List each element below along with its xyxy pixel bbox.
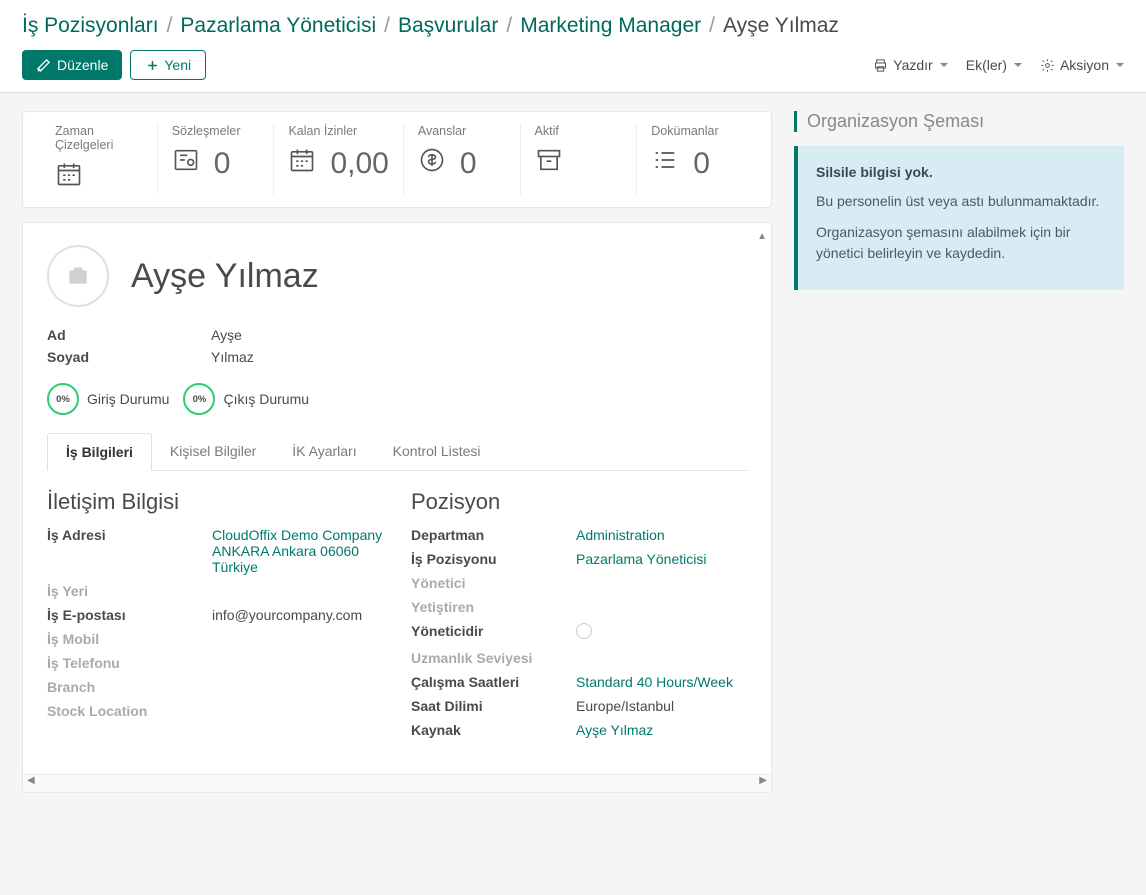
department-label: Departman	[411, 527, 576, 543]
exit-status-badge[interactable]: 0% Çıkış Durumu	[183, 383, 309, 415]
work-mobile-label: İş Mobil	[47, 631, 212, 647]
plus-icon	[145, 58, 160, 73]
stat-timesheets[interactable]: Zaman Çizelgeleri	[41, 124, 158, 195]
action-menu[interactable]: Aksiyon	[1040, 57, 1124, 73]
horizontal-scrollbar[interactable]	[23, 774, 771, 792]
resource-value[interactable]: Ayşe Yılmaz	[576, 722, 747, 738]
workplace-label: İş Yeri	[47, 583, 212, 599]
stat-contracts[interactable]: Sözleşmeler 0	[158, 124, 275, 195]
work-email-value: info@yourcompany.com	[212, 607, 383, 623]
orgchart-infobox: Silsile bilgisi yok. Bu personelin üst v…	[794, 146, 1124, 290]
print-menu[interactable]: Yazdır	[873, 57, 947, 73]
tab-checklist[interactable]: Kontrol Listesi	[375, 433, 499, 470]
breadcrumb-link-marketingmgr-tr[interactable]: Pazarlama Yöneticisi	[180, 14, 376, 38]
branch-label: Branch	[47, 679, 212, 695]
percent-circle: 0%	[47, 383, 79, 415]
infobox-line2: Organizasyon şemasını alabilmek için bir…	[816, 222, 1106, 264]
tab-work-info[interactable]: İş Bilgileri	[47, 433, 152, 471]
department-value[interactable]: Administration	[576, 527, 747, 543]
stock-location-label: Stock Location	[47, 703, 212, 719]
contact-section-title: İletişim Bilgisi	[47, 489, 383, 515]
scroll-up-indicator[interactable]: ▲	[757, 231, 767, 242]
contract-icon	[172, 146, 200, 181]
person-fullname: Ayşe Yılmaz	[131, 257, 319, 296]
new-button-label: Yeni	[164, 57, 191, 73]
coach-label: Yetiştiren	[411, 599, 576, 615]
pencil-icon	[36, 58, 51, 73]
employee-form: ▲ Ayşe Yılmaz Ad Ayşe Soyad Yılmaz	[22, 222, 772, 793]
percent-circle: 0%	[183, 383, 215, 415]
orgchart-title: Organizasyon Şeması	[794, 111, 1124, 132]
seniority-label: Uzmanlık Seviyesi	[411, 650, 576, 666]
breadcrumb-current: Ayşe Yılmaz	[723, 14, 839, 38]
archive-icon	[535, 146, 563, 181]
lastname-value: Yılmaz	[211, 349, 254, 365]
stat-documents[interactable]: Dokümanlar 0	[637, 124, 753, 195]
breadcrumb: İş Pozisyonları / Pazarlama Yöneticisi /…	[22, 14, 1124, 38]
attachments-menu[interactable]: Ek(ler)	[966, 57, 1022, 73]
breadcrumb-sep: /	[709, 14, 715, 38]
ismanager-checkbox[interactable]	[576, 623, 592, 639]
stat-advances[interactable]: Avanslar 0	[404, 124, 521, 195]
printer-icon	[873, 58, 888, 73]
work-email-label: İş E-postası	[47, 607, 212, 623]
timezone-value: Europe/Istanbul	[576, 698, 747, 714]
new-button[interactable]: Yeni	[130, 50, 206, 80]
manager-label: Yönetici	[411, 575, 576, 591]
jobposition-value[interactable]: Pazarlama Yöneticisi	[576, 551, 747, 567]
firstname-label: Ad	[47, 327, 211, 343]
tab-personal-info[interactable]: Kişisel Bilgiler	[152, 433, 274, 470]
avatar-placeholder[interactable]	[47, 245, 109, 307]
timezone-label: Saat Dilimi	[411, 698, 576, 714]
breadcrumb-link-jobpositions[interactable]: İş Pozisyonları	[22, 14, 159, 38]
lastname-label: Soyad	[47, 349, 211, 365]
stat-leaves[interactable]: Kalan İzinler 0,00	[274, 124, 403, 195]
camera-icon	[63, 263, 93, 289]
stat-active[interactable]: Aktif	[521, 124, 638, 195]
action-label: Aksiyon	[1060, 57, 1109, 73]
gear-icon	[1040, 58, 1055, 73]
tab-hr-settings[interactable]: İK Ayarları	[274, 433, 374, 470]
breadcrumb-link-marketingmgr-en[interactable]: Marketing Manager	[520, 14, 701, 38]
calendar-icon	[288, 146, 316, 181]
entry-status-badge[interactable]: 0% Giriş Durumu	[47, 383, 169, 415]
list-icon	[651, 146, 679, 181]
stats-row: Zaman Çizelgeleri Sözleşmeler 0 Kalan İz…	[22, 111, 772, 208]
work-address-value[interactable]: CloudOffix Demo Company ANKARA Ankara 06…	[212, 527, 383, 575]
tabs: İş Bilgileri Kişisel Bilgiler İK Ayarlar…	[47, 433, 747, 471]
attachments-label: Ek(ler)	[966, 57, 1007, 73]
workinghours-value[interactable]: Standard 40 Hours/Week	[576, 674, 747, 690]
entry-status-label: Giriş Durumu	[87, 391, 169, 407]
breadcrumb-sep: /	[167, 14, 173, 38]
exit-status-label: Çıkış Durumu	[223, 391, 309, 407]
ismanager-label: Yöneticidir	[411, 623, 576, 642]
currency-icon	[418, 146, 446, 181]
breadcrumb-sep: /	[384, 14, 390, 38]
firstname-value: Ayşe	[211, 327, 242, 343]
infobox-title: Silsile bilgisi yok.	[816, 162, 1106, 183]
calendar-icon	[55, 160, 83, 195]
position-section-title: Pozisyon	[411, 489, 747, 515]
print-label: Yazdır	[893, 57, 932, 73]
edit-button-label: Düzenle	[57, 57, 108, 73]
resource-label: Kaynak	[411, 722, 576, 738]
infobox-line1: Bu personelin üst veya astı bulunmamakta…	[816, 191, 1106, 212]
work-phone-label: İş Telefonu	[47, 655, 212, 671]
edit-button[interactable]: Düzenle	[22, 50, 122, 80]
breadcrumb-link-applications[interactable]: Başvurular	[398, 14, 498, 38]
jobposition-label: İş Pozisyonu	[411, 551, 576, 567]
workinghours-label: Çalışma Saatleri	[411, 674, 576, 690]
work-address-label: İş Adresi	[47, 527, 212, 575]
breadcrumb-sep: /	[506, 14, 512, 38]
